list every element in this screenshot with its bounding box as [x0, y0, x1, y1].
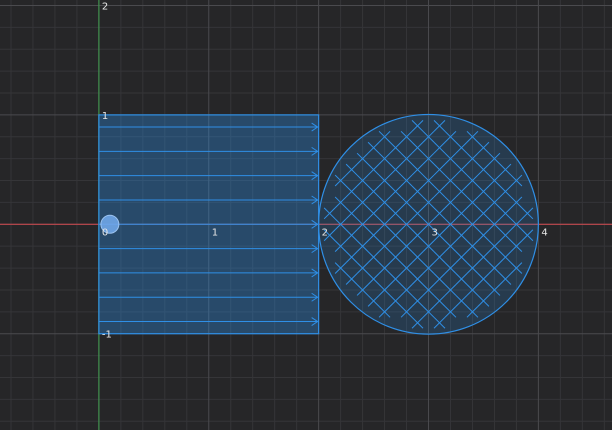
y-tick-label: -1	[102, 330, 112, 341]
rectangle-shape[interactable]	[98, 114, 320, 335]
circle-shape[interactable]	[318, 113, 539, 335]
x-tick-label: 1	[212, 227, 218, 238]
coordinate-plane-canvas[interactable]: 0 1 2 3 4 2 1 -1	[0, 0, 612, 430]
y-tick-label: 1	[102, 111, 108, 122]
y-tick-label: 2	[102, 1, 108, 12]
x-tick-label: 3	[432, 227, 438, 238]
x-tick-label: 2	[322, 227, 328, 238]
x-tick-label: 0	[102, 227, 108, 238]
x-tick-label: 4	[541, 227, 547, 238]
